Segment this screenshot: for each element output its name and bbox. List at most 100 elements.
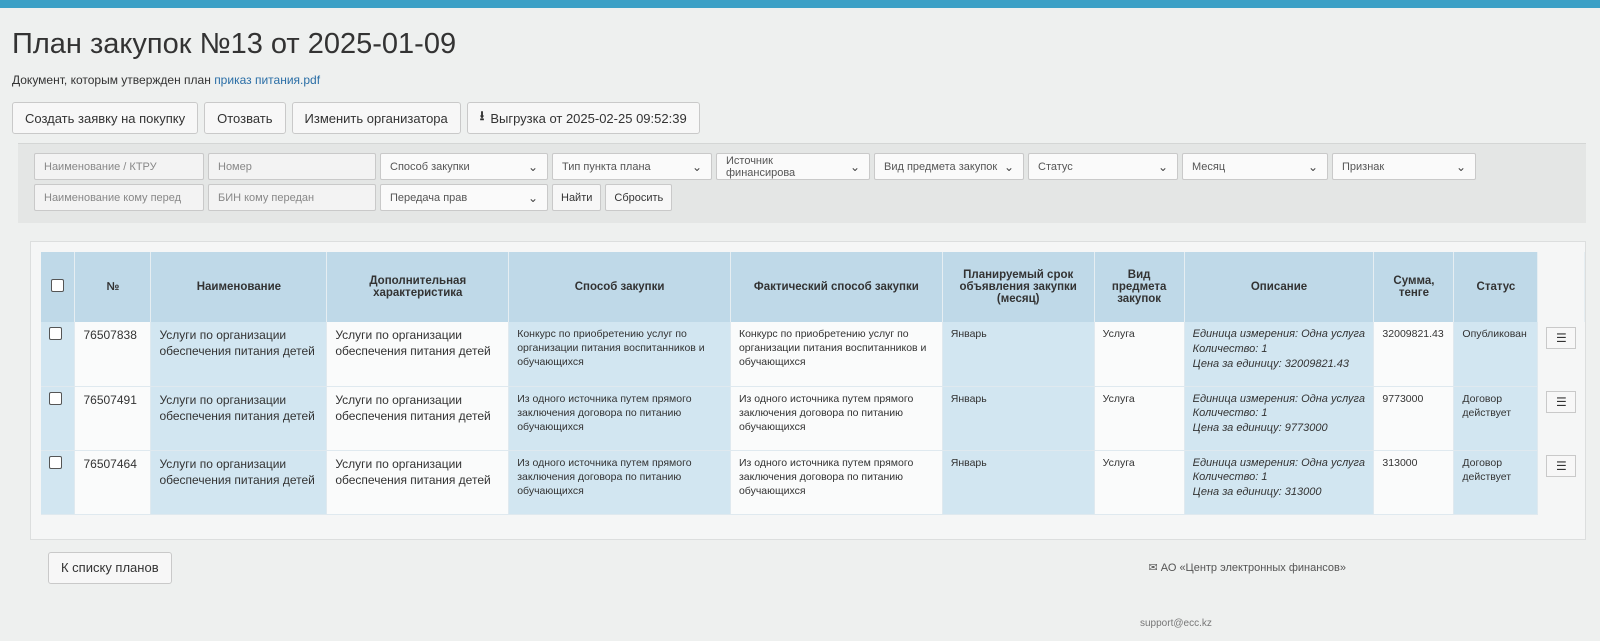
row-menu-button[interactable]: ☰ xyxy=(1546,455,1577,477)
header-fact-method[interactable]: Фактический способ закупки xyxy=(730,252,943,322)
desc-price: 313000 xyxy=(1284,486,1322,499)
row-kind: Услуга xyxy=(1094,322,1185,387)
chevron-down-icon: ⌄ xyxy=(1307,159,1318,174)
sign-label: Признак xyxy=(1342,160,1385,173)
header-name[interactable]: Наименование xyxy=(150,252,328,322)
rights-select[interactable]: Передача прав ⌄ xyxy=(380,184,548,211)
header-num[interactable]: № xyxy=(74,252,152,322)
recall-button[interactable]: Отозвать xyxy=(204,102,286,134)
row-checkbox[interactable] xyxy=(49,327,62,340)
back-to-plans-button[interactable]: К списку планов xyxy=(48,551,172,584)
month-label: Месяц xyxy=(1192,160,1226,173)
header-extra[interactable]: Дополнительная характеристика xyxy=(326,252,510,322)
desc-unit: Одна услуга xyxy=(1301,456,1365,469)
row-fact-method: Из одного источника путем прямого заключ… xyxy=(730,450,943,515)
chevron-down-icon: ⌄ xyxy=(691,159,702,174)
desc-qty-label: Количество: xyxy=(1192,407,1259,420)
row-extra: Услуги по организации обеспечения питани… xyxy=(326,450,510,515)
method-select[interactable]: Способ закупки ⌄ xyxy=(380,153,548,180)
plan-items-table: № Наименование Дополнительная характерис… xyxy=(41,252,1585,515)
table-row: 76507838 Услуги по организации обеспечен… xyxy=(41,322,1585,387)
desc-unit: Одна услуга xyxy=(1301,328,1365,340)
row-name: Услуги по организации обеспечения питани… xyxy=(150,322,328,387)
status-select[interactable]: Статус ⌄ xyxy=(1028,153,1178,180)
rights-label: Передача прав xyxy=(390,191,468,204)
row-method: Из одного источника путем прямого заключ… xyxy=(508,386,731,451)
recipient-bin-input[interactable]: БИН кому передан xyxy=(208,184,376,211)
desc-price-label: Цена за единицу: xyxy=(1192,357,1282,370)
header-planned[interactable]: Планируемый срок объявления закупки (мес… xyxy=(942,252,1095,322)
filter-row-1: Наименование / КТРУ Номер Способ закупки… xyxy=(34,153,1572,180)
chevron-down-icon: ⌄ xyxy=(1455,159,1466,174)
month-select[interactable]: Месяц ⌄ xyxy=(1182,153,1328,180)
row-status: Опубликован xyxy=(1453,322,1539,387)
page-footer: К списку планов ✉ АО «Центр электронных … xyxy=(48,551,1586,584)
create-request-button[interactable]: Создать заявку на покупку xyxy=(12,102,199,134)
row-checkbox[interactable] xyxy=(49,391,62,405)
row-desc: Единица измерения: Одна услуга Количеств… xyxy=(1184,386,1375,451)
desc-price: 32009821.43 xyxy=(1284,357,1349,370)
header-desc[interactable]: Описание xyxy=(1184,252,1375,322)
select-all-checkbox[interactable] xyxy=(51,279,65,292)
reset-button[interactable]: Сбросить xyxy=(605,184,673,211)
plan-items-table-container: № Наименование Дополнительная характерис… xyxy=(30,241,1586,540)
desc-qty-label: Количество: xyxy=(1192,471,1259,484)
find-button[interactable]: Найти xyxy=(552,184,602,211)
filter-row-2: Наименование кому перед БИН кому передан… xyxy=(34,184,1572,211)
row-num: 76507838 xyxy=(74,322,152,387)
top-accent-bar xyxy=(0,0,1600,8)
row-extra: Услуги по организации обеспечения питани… xyxy=(326,386,510,451)
header-status[interactable]: Статус xyxy=(1453,252,1539,322)
row-actions-cell: ☰ xyxy=(1537,450,1585,514)
row-select-cell xyxy=(41,386,76,451)
header-actions xyxy=(1537,252,1585,322)
name-ktru-input[interactable]: Наименование / КТРУ xyxy=(34,153,204,180)
recipient-name-input[interactable]: Наименование кому перед xyxy=(34,184,204,211)
item-type-select[interactable]: Тип пункта плана ⌄ xyxy=(552,153,712,180)
document-label: Документ, которым утвержден план xyxy=(12,73,211,87)
desc-unit: Одна услуга xyxy=(1301,392,1365,405)
row-kind: Услуга xyxy=(1094,386,1185,451)
row-fact-method: Конкурс по приобретению услуг по организ… xyxy=(730,322,943,387)
row-fact-method: Из одного источника путем прямого заключ… xyxy=(730,386,943,451)
row-planned: Январь xyxy=(942,386,1095,451)
row-select-cell xyxy=(41,450,76,515)
row-planned: Январь xyxy=(942,322,1095,387)
header-method[interactable]: Способ закупки xyxy=(508,252,731,322)
row-sum: 9773000 xyxy=(1373,386,1455,451)
row-kind: Услуга xyxy=(1094,450,1185,515)
desc-qty: 1 xyxy=(1261,407,1268,420)
row-menu-button[interactable]: ☰ xyxy=(1546,327,1577,349)
row-status: Договор действует xyxy=(1453,386,1539,451)
row-extra: Услуги по организации обеспечения питани… xyxy=(326,322,510,387)
page-content: План закупок №13 от 2025-01-09 Документ,… xyxy=(0,8,1600,629)
funding-select[interactable]: Источник финансирова ⌄ xyxy=(716,153,870,180)
row-menu-button[interactable]: ☰ xyxy=(1546,391,1577,413)
header-kind[interactable]: Вид предмета закупок xyxy=(1094,252,1185,322)
row-method: Из одного источника путем прямого заключ… xyxy=(508,450,731,515)
desc-qty: 1 xyxy=(1261,471,1268,484)
method-select-label: Способ закупки xyxy=(390,160,470,173)
funding-label: Источник финансирова xyxy=(726,154,796,179)
document-line: Документ, которым утвержден план приказ … xyxy=(12,73,1586,87)
subject-select[interactable]: Вид предмета закупок ⌄ xyxy=(874,153,1024,180)
row-desc: Единица измерения: Одна услуга Количеств… xyxy=(1184,322,1375,387)
status-label: Статус xyxy=(1038,160,1073,173)
table-header-row: № Наименование Дополнительная характерис… xyxy=(41,252,1585,322)
chevron-down-icon: ⌄ xyxy=(527,190,538,205)
hamburger-icon: ☰ xyxy=(1556,458,1567,473)
hamburger-icon: ☰ xyxy=(1556,394,1567,409)
header-sum[interactable]: Сумма, тенге xyxy=(1373,252,1455,322)
select-all-cell xyxy=(41,252,76,322)
change-organizer-button[interactable]: Изменить организатора xyxy=(291,102,461,134)
number-input[interactable]: Номер xyxy=(208,153,376,180)
row-actions-cell: ☰ xyxy=(1537,322,1585,386)
export-button[interactable]: ⭳ Выгрузка от 2025-02-25 09:52:39 xyxy=(466,102,700,134)
row-desc: Единица измерения: Одна услуга Количеств… xyxy=(1184,450,1375,515)
page-title: План закупок №13 от 2025-01-09 xyxy=(12,28,457,60)
footer-email[interactable]: support@ecc.kz xyxy=(1140,618,1212,629)
document-link[interactable]: приказ питания.pdf xyxy=(214,73,320,87)
row-actions-cell: ☰ xyxy=(1537,386,1585,450)
sign-select[interactable]: Признак ⌄ xyxy=(1332,153,1476,180)
row-checkbox[interactable] xyxy=(49,455,62,469)
